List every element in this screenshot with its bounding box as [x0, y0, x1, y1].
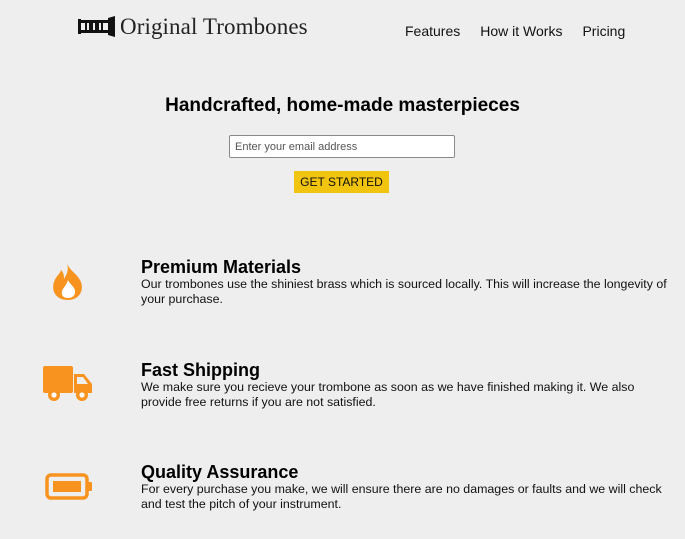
get-started-button[interactable]: GET STARTED — [294, 171, 389, 193]
feature-title: Premium Materials — [141, 257, 302, 277]
brand-logo[interactable]: Original Trombones — [78, 14, 308, 40]
feature-title: Quality Assurance — [141, 462, 299, 482]
feature-description: We make sure you recieve your trombone a… — [141, 380, 635, 409]
battery-icon — [45, 471, 93, 503]
truck-icon — [43, 363, 93, 403]
feature-description: Our trombones use the shiniest brass whi… — [141, 277, 667, 306]
email-input[interactable] — [229, 135, 455, 158]
trombone-logo-icon — [78, 14, 116, 40]
site-header: Original Trombones Features How it Works… — [0, 0, 685, 62]
feature-description: For every purchase you make, we will ens… — [141, 482, 662, 511]
nav-link-how-it-works[interactable]: How it Works — [480, 22, 562, 40]
nav-link-pricing[interactable]: Pricing — [582, 22, 625, 40]
hero-title: Handcrafted, home-made masterpieces — [165, 95, 520, 116]
brand-name: Original Trombones — [120, 14, 308, 39]
feature-title: Fast Shipping — [141, 360, 260, 380]
nav-link-features[interactable]: Features — [405, 22, 460, 40]
main-nav: Features How it Works Pricing — [405, 22, 645, 40]
fire-icon — [50, 262, 86, 302]
